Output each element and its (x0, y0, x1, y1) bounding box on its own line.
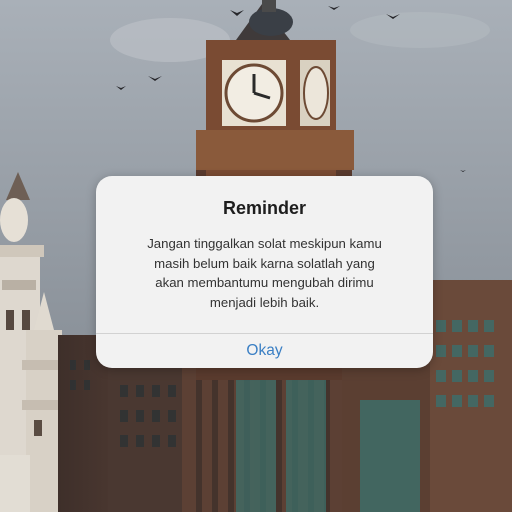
dialog-title: Reminder (222, 198, 307, 218)
okay-button[interactable]: Okay (96, 334, 433, 368)
reminder-dialog: Reminder Jangan tinggalkan solat meskipu… (96, 176, 433, 368)
cloud (350, 12, 490, 48)
clock-face-icon (222, 60, 286, 126)
message-line: masih belum baik karna solatlah yang (154, 255, 375, 271)
clock-face-icon (300, 60, 330, 126)
dialog-message: Jangan tinggalkan solat meskipun kamu ma… (114, 234, 415, 312)
message-line: menjadi lebih baik. (209, 294, 320, 310)
message-line: Jangan tinggalkan solat meskipun kamu (147, 236, 382, 251)
message-line: akan membantumu mengubah dirimu (155, 275, 374, 290)
